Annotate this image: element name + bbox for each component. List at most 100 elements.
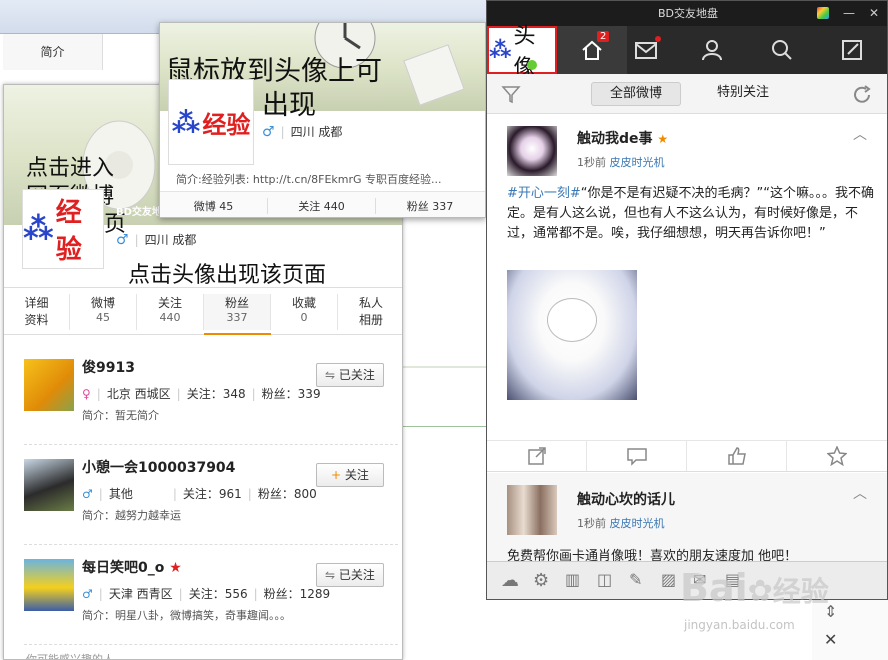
post-source[interactable]: 皮皮时光机 — [610, 517, 665, 530]
female-icon: ♀ — [82, 387, 91, 401]
user-name[interactable]: 小憩一会1000037904 — [82, 457, 235, 477]
profile-avatar[interactable]: ⁂ 经验 — [22, 189, 104, 269]
hover-profile-card: 鼠标放到头像上可 出现 ⁂ 经验 ♂ | 四川 成都 简介:经验列表: http://… — [159, 22, 486, 218]
user-intro: 简介：明星八卦，微博搞笑，奇事趣闻。。。 — [82, 609, 291, 622]
filter-icon[interactable] — [501, 84, 521, 104]
avatar[interactable] — [24, 459, 74, 511]
list-item: 俊9913 ♀ | 北京 西城区 | 关注：348 | 粉丝：339 简介：暂无简介 ⇋ 已… — [24, 357, 398, 445]
profile-stats: 详细 资料 微博 45 关注 440 粉丝 337 收藏 0 私人 相册 — [4, 287, 402, 335]
avatar[interactable] — [24, 559, 74, 611]
tab-intro[interactable]: 简介 — [3, 34, 103, 70]
popup-intro: 简介:经验列表: http://t.cn/8FEkmrG 专职百度经验... — [176, 173, 442, 186]
post-source[interactable]: 皮皮时光机 — [610, 156, 665, 169]
popup-stat-fans[interactable]: 粉丝 337 — [376, 198, 484, 214]
layout-icon[interactable]: ◫ — [597, 570, 612, 589]
nav-search[interactable] — [747, 26, 817, 74]
nav-messages[interactable] — [611, 26, 681, 74]
popup-meta: ♂ | 四川 成都 — [262, 124, 343, 140]
feed-post: 触动心坎的话儿 1秒前 皮皮时光机 ︿ 免费帮你画卡通肖像哦！喜欢的朋友速度加 … — [487, 473, 887, 564]
recommend-footer: 你可能感兴趣的人 — [26, 653, 114, 660]
profile-location: 四川 成都 — [144, 233, 197, 247]
annotation-hover-2: 出现 — [262, 90, 316, 121]
avatar[interactable] — [507, 126, 557, 176]
home-badge: 2 — [597, 31, 610, 42]
repost-icon[interactable] — [487, 441, 587, 471]
chevron-down-icon[interactable]: ︿ — [853, 124, 867, 144]
popup-stats: 微博 45 关注 440 粉丝 337 — [160, 191, 485, 217]
skin-icon[interactable] — [817, 7, 829, 19]
active-tab-indicator — [204, 333, 271, 335]
feed-post: 触动我de事 ★ 1秒前 皮皮时光机 ︿ #开心一刻#“你是不是有迟疑不决的毛病… — [487, 114, 887, 472]
stat-follow[interactable]: 关注 440 — [137, 294, 204, 330]
user-meta: ♂ | 天津 西青区 | 关注：556 | 粉丝：1289 — [82, 587, 331, 601]
post-author[interactable]: 触动我de事 ★ — [577, 128, 668, 148]
stat-favorites[interactable]: 收藏 0 — [271, 294, 338, 330]
search-icon — [772, 40, 792, 60]
client-title: BD交友地盘 — [657, 7, 719, 20]
user-meta: ♀ | 北京 西城区 | 关注：348 | 粉丝：339 — [82, 387, 321, 401]
watermark: Bai✿经验 — [680, 566, 829, 610]
vip-star-icon: ★ — [657, 132, 669, 146]
list-item: 小憩一会1000037904 ♂ | 其他 | 关注：961 | 粉丝：800 简介：越努力… — [24, 457, 398, 545]
stat-weibo[interactable]: 微博 45 — [70, 294, 137, 330]
watermark-url: jingyan.baidu.com — [684, 618, 795, 632]
book-icon[interactable]: ▥ — [565, 570, 580, 589]
user-icon — [702, 40, 722, 61]
popup-location: 四川 成都 — [290, 125, 343, 139]
annotation-click-avatar: 点击头像出现该页面 — [128, 263, 327, 288]
chevron-down-icon[interactable]: ︿ — [853, 483, 867, 503]
comment-icon[interactable] — [587, 441, 687, 471]
post-image[interactable] — [507, 270, 637, 400]
avatar[interactable] — [24, 359, 74, 411]
cartoon-face — [547, 298, 597, 342]
unread-dot — [655, 36, 661, 42]
tab-special-follow[interactable]: 特别关注 — [703, 82, 783, 106]
my-avatar[interactable]: ⁂ 头像 — [487, 24, 557, 81]
male-icon: ♂ — [82, 587, 93, 601]
post-actions — [487, 440, 887, 471]
nav-compose[interactable] — [817, 26, 887, 74]
male-icon: ♂ — [116, 232, 129, 248]
vip-star-icon: ★ — [169, 560, 182, 576]
user-meta: ♂ | 其他 | 关注：961 | 粉丝：800 — [82, 487, 317, 501]
popup-stat-weibo[interactable]: 微博 45 — [160, 198, 268, 214]
refresh-icon[interactable] — [851, 84, 873, 106]
male-icon: ♂ — [262, 124, 275, 140]
client-nav: ⁂ 头像 2 — [487, 24, 887, 81]
followed-button[interactable]: ⇋ 已关注 — [316, 563, 384, 587]
like-icon[interactable] — [687, 441, 787, 471]
user-intro: 简介：暂无简介 — [82, 409, 159, 422]
feed-filter-bar: 全部微博 特别关注 — [487, 74, 887, 114]
popup-avatar[interactable]: ⁂ 经验 — [168, 79, 254, 165]
user-name[interactable]: 每日笑吧0_o ★ — [82, 557, 182, 577]
compose-icon — [842, 40, 862, 60]
image-icon[interactable]: ▨ — [661, 570, 676, 589]
list-item: 每日笑吧0_o ★ ♂ | 天津 西青区 | 关注：556 | 粉丝：1289 简介：明星八… — [24, 557, 398, 645]
close-icon[interactable]: ✕ — [824, 630, 837, 649]
online-status-icon — [527, 60, 537, 70]
post-author[interactable]: 触动心坎的话儿 — [577, 489, 675, 509]
settings-icon[interactable]: ⚙ — [533, 570, 549, 591]
topic-link[interactable]: #开心一刻# — [507, 186, 581, 201]
decoration — [403, 44, 465, 106]
cloud-icon[interactable]: ☁ — [501, 570, 519, 591]
stat-detail[interactable]: 详细 资料 — [4, 294, 70, 330]
user-name[interactable]: 俊9913 — [82, 357, 135, 377]
stat-fans[interactable]: 粉丝 337 — [204, 294, 271, 330]
minimize-icon[interactable]: — — [843, 1, 855, 26]
nav-profile[interactable] — [677, 26, 747, 74]
profile-meta: ♂ | 四川 成都 — [116, 232, 197, 248]
follow-button[interactable]: + 关注 — [316, 463, 384, 487]
stat-album[interactable]: 私人 相册 — [338, 294, 402, 330]
close-icon[interactable]: ✕ — [869, 1, 879, 26]
divider — [403, 366, 486, 368]
followed-button[interactable]: ⇋ 已关注 — [316, 363, 384, 387]
weibo-client-window: BD交友地盘 — ✕ ⁂ 头像 2 全部微博 特别关注 触动我de事 ★ 1秒前… — [486, 0, 888, 600]
avatar[interactable] — [507, 485, 557, 535]
divider — [403, 426, 486, 427]
favorite-icon[interactable] — [787, 441, 887, 471]
edit-icon[interactable]: ✎ — [629, 570, 642, 589]
mail-icon — [635, 42, 657, 59]
popup-stat-follow[interactable]: 关注 440 — [268, 198, 376, 214]
tab-all-weibo[interactable]: 全部微博 — [591, 82, 681, 106]
